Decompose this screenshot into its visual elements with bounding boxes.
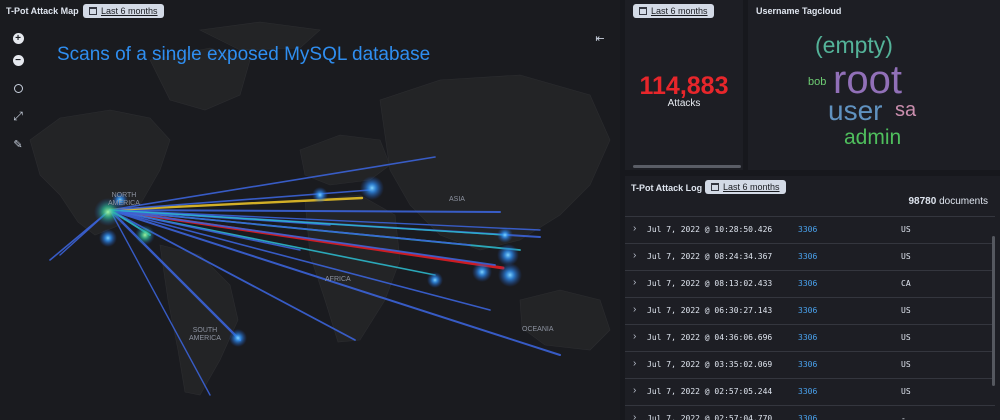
tag-root[interactable]: root: [833, 60, 902, 100]
tag-user[interactable]: user: [828, 97, 882, 125]
attack-hotspot[interactable]: [99, 229, 117, 247]
draw-tool-button[interactable]: ✎: [10, 136, 26, 152]
region-label-asia: ASIA: [449, 196, 465, 203]
attack-hotspot[interactable]: [427, 272, 443, 288]
row-timestamp: Jul 7, 2022 @ 03:35:02.069: [647, 360, 773, 369]
attack-hotspot[interactable]: [497, 244, 519, 266]
attack-hotspot[interactable]: [135, 225, 155, 245]
zoom-out-button[interactable]: −: [10, 52, 26, 68]
map-time-filter[interactable]: Last 6 months: [83, 4, 164, 18]
row-port[interactable]: 3306: [798, 414, 817, 420]
target-icon: [13, 83, 23, 93]
row-country: US: [901, 252, 911, 261]
table-row[interactable]: › Jul 7, 2022 @ 10:28:50.426 3306 US: [625, 216, 995, 243]
document-count-label: documents: [939, 196, 988, 207]
row-timestamp: Jul 7, 2022 @ 02:57:05.244: [647, 387, 773, 396]
table-row[interactable]: › Jul 7, 2022 @ 08:13:02.433 3306 CA: [625, 270, 995, 297]
tag-admin[interactable]: admin: [844, 127, 901, 148]
row-country: CA: [901, 279, 911, 288]
row-country: -: [901, 414, 906, 420]
table-row[interactable]: › Jul 7, 2022 @ 04:36:06.696 3306 US: [625, 324, 995, 351]
row-country: US: [901, 387, 911, 396]
row-country: US: [901, 225, 911, 234]
row-country: US: [901, 333, 911, 342]
chevron-right-icon[interactable]: ›: [633, 223, 636, 234]
chevron-right-icon[interactable]: ›: [633, 331, 636, 342]
row-port[interactable]: 3306: [798, 306, 817, 315]
row-port[interactable]: 3306: [798, 387, 817, 396]
horizontal-scrollbar[interactable]: [633, 165, 741, 168]
tag-empty[interactable]: (empty): [815, 34, 893, 57]
reset-view-button[interactable]: [10, 80, 26, 96]
attack-hotspot[interactable]: [472, 262, 492, 282]
region-label-north-america: NORTH AMERICA: [108, 192, 140, 207]
row-port[interactable]: 3306: [798, 360, 817, 369]
attacks-metric-panel: Last 6 months 114,883 Attacks: [625, 0, 743, 170]
username-tagcloud-panel: Username Tagcloud (empty) root bob user …: [748, 0, 1000, 170]
chevron-right-icon[interactable]: ›: [633, 358, 636, 369]
layers-collapse-icon: ⇤: [595, 32, 605, 45]
layers-toggle-button[interactable]: ⇤: [592, 30, 608, 46]
tagcloud-title: Username Tagcloud: [756, 6, 842, 16]
row-timestamp: Jul 7, 2022 @ 08:13:02.433: [647, 279, 773, 288]
zoom-in-button[interactable]: +: [10, 30, 26, 46]
region-label-south-america: SOUTH AMERICA: [189, 327, 221, 342]
calendar-icon: [639, 7, 647, 15]
row-timestamp: Jul 7, 2022 @ 02:57:04.770: [647, 414, 773, 420]
attack-hotspot[interactable]: [229, 329, 247, 347]
attack-map-panel[interactable]: T-Pot Attack Map Last 6 months Scans of …: [0, 0, 620, 420]
fit-bounds-button[interactable]: ⤢: [10, 108, 26, 124]
table-row[interactable]: › Jul 7, 2022 @ 02:57:05.244 3306 US: [625, 378, 995, 405]
attacks-time-filter[interactable]: Last 6 months: [633, 4, 714, 18]
attacks-label: Attacks: [667, 98, 701, 109]
map-time-filter-label: Last 6 months: [101, 6, 158, 16]
row-port[interactable]: 3306: [798, 252, 817, 261]
chevron-right-icon[interactable]: ›: [633, 385, 636, 396]
attack-hotspot[interactable]: [497, 227, 513, 243]
plus-icon: +: [12, 32, 24, 44]
chevron-right-icon[interactable]: ›: [633, 250, 636, 261]
table-row[interactable]: › Jul 7, 2022 @ 02:57:04.770 3306 -: [625, 405, 995, 420]
minus-icon: −: [12, 54, 24, 66]
attack-hotspot[interactable]: [360, 176, 384, 200]
chevron-right-icon[interactable]: ›: [633, 304, 636, 315]
table-row[interactable]: › Jul 7, 2022 @ 06:30:27.143 3306 US: [625, 297, 995, 324]
tag-sa[interactable]: sa: [895, 100, 916, 120]
log-title: T-Pot Attack Log: [631, 183, 703, 193]
row-timestamp: Jul 7, 2022 @ 04:36:06.696: [647, 333, 773, 342]
row-country: US: [901, 360, 911, 369]
row-port[interactable]: 3306: [798, 333, 817, 342]
table-row[interactable]: › Jul 7, 2022 @ 08:24:34.367 3306 US: [625, 243, 995, 270]
row-port[interactable]: 3306: [798, 279, 817, 288]
attacks-count: 114,883: [639, 72, 729, 100]
document-count: 98780 documents: [908, 196, 988, 207]
map-panel-title: T-Pot Attack Map: [6, 6, 79, 16]
row-country: US: [901, 306, 911, 315]
attack-hotspot[interactable]: [312, 187, 328, 203]
region-label-oceania: OCEANIA: [522, 326, 554, 333]
map-annotation: Scans of a single exposed MySQL database: [57, 44, 431, 65]
attack-log-panel: T-Pot Attack Log Last 6 months 98780 doc…: [625, 176, 1000, 420]
attack-hotspot[interactable]: [498, 263, 522, 287]
expand-icon: ⤢: [13, 108, 23, 123]
calendar-icon: [711, 183, 719, 191]
row-timestamp: Jul 7, 2022 @ 06:30:27.143: [647, 306, 773, 315]
document-count-value: 98780: [908, 196, 937, 207]
chevron-right-icon[interactable]: ›: [633, 412, 636, 420]
log-time-filter[interactable]: Last 6 months: [705, 180, 786, 194]
attacks-time-filter-label: Last 6 months: [651, 6, 708, 16]
vertical-scrollbar[interactable]: [992, 236, 995, 386]
chevron-right-icon[interactable]: ›: [633, 277, 636, 288]
region-label-africa: AFRICA: [325, 276, 351, 283]
calendar-icon: [89, 7, 97, 15]
row-port[interactable]: 3306: [798, 225, 817, 234]
row-timestamp: Jul 7, 2022 @ 10:28:50.426: [647, 225, 773, 234]
tag-bob[interactable]: bob: [808, 77, 826, 88]
log-time-filter-label: Last 6 months: [723, 182, 780, 192]
table-row[interactable]: › Jul 7, 2022 @ 03:35:02.069 3306 US: [625, 351, 995, 378]
row-timestamp: Jul 7, 2022 @ 08:24:34.367: [647, 252, 773, 261]
wrench-icon: ✎: [13, 138, 23, 151]
